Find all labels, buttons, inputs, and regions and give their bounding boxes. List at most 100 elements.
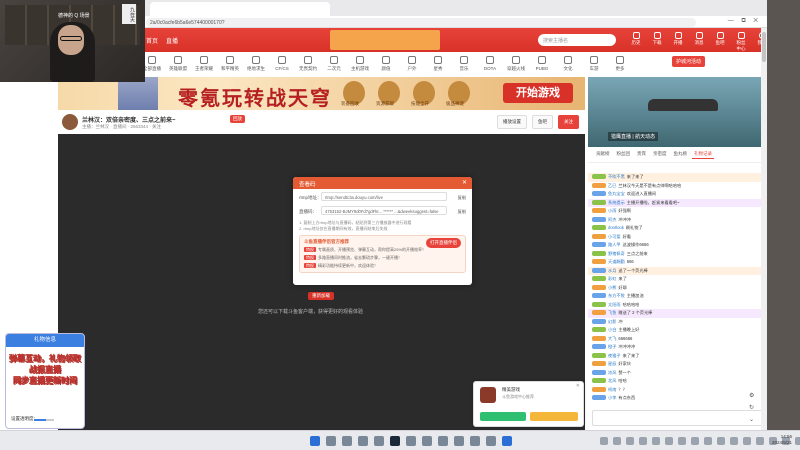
category-item[interactable]: 穿越火线: [504, 52, 528, 76]
app-icon[interactable]: [470, 436, 480, 446]
fan-badge-icon[interactable]: [592, 182, 606, 188]
tray-icon[interactable]: [600, 437, 608, 445]
chat-username[interactable]: 幻影: [608, 319, 616, 324]
category-item[interactable]: 音乐: [452, 52, 476, 76]
tray-icon[interactable]: [613, 437, 621, 445]
fan-badge-icon[interactable]: [592, 301, 606, 307]
chat-username[interactable]: 阿杰: [608, 217, 616, 222]
fan-badge-icon[interactable]: [592, 284, 606, 290]
app-icon[interactable]: [454, 436, 464, 446]
fan-badge-icon[interactable]: [592, 259, 606, 265]
chat-username[interactable]: 天道酬勤: [608, 259, 625, 264]
category-item[interactable]: PUBG: [530, 52, 554, 76]
tray-icon[interactable]: [626, 437, 634, 445]
event-badge[interactable]: 护城河活动: [671, 56, 705, 67]
chat-username[interactable]: 凉风: [608, 370, 616, 375]
fan-badge-icon[interactable]: [592, 225, 606, 231]
tray-icon[interactable]: [730, 437, 738, 445]
fish-bar-button[interactable]: 鱼吧: [532, 115, 553, 129]
tray-icon[interactable]: [691, 437, 699, 445]
opacity-slider[interactable]: [34, 419, 54, 421]
open-companion-button[interactable]: 打开直播伴侣: [426, 238, 461, 248]
chat-username[interactable]: 北风: [608, 378, 616, 383]
close-icon[interactable]: ✕: [576, 383, 580, 389]
nav-broadcast[interactable]: 开播: [672, 32, 684, 52]
chat-username[interactable]: 东方不败: [608, 293, 625, 298]
chat-username[interactable]: 大飞: [608, 336, 616, 341]
chat-username[interactable]: 小李: [608, 395, 616, 400]
task-view-icon[interactable]: [342, 436, 352, 446]
chat-username[interactable]: 水月: [608, 268, 616, 273]
chat-username[interactable]: 小雨: [608, 208, 616, 213]
tab-contribution[interactable]: 贡献榜: [594, 150, 612, 159]
app-icon[interactable]: [422, 436, 432, 446]
chat-username[interactable]: 星辰: [608, 361, 616, 366]
tray-icon[interactable]: [756, 437, 764, 445]
copy-rtmp-button[interactable]: 复制: [458, 195, 466, 201]
chat-username[interactable]: 小可爱: [608, 234, 621, 239]
category-item[interactable]: 星秀: [426, 52, 450, 76]
app-icon[interactable]: [358, 436, 368, 446]
ad-play-button[interactable]: [530, 412, 578, 421]
tab-gift-records[interactable]: 礼物记录: [692, 150, 714, 159]
tray-icon[interactable]: [704, 437, 712, 445]
taskbar-clock[interactable]: 14:56 2024/5/21: [772, 434, 792, 446]
chat-username[interactable]: 太阳雨: [608, 302, 621, 307]
category-item[interactable]: 王者荣耀: [192, 52, 216, 76]
fan-badge-icon[interactable]: [592, 310, 606, 316]
chat-username[interactable]: 飞鱼: [608, 310, 616, 315]
tray-icon[interactable]: [665, 437, 673, 445]
fan-badge-icon[interactable]: [592, 361, 606, 367]
tab-fans[interactable]: 粉丝团: [615, 150, 633, 159]
chat-username[interactable]: 彩虹: [608, 276, 616, 281]
game-ad-popup[interactable]: 精美游戏 斗鱼游戏中心推荐 ✕: [473, 381, 584, 427]
close-icon[interactable]: ✕: [462, 179, 467, 186]
reload-button[interactable]: 重新加载: [308, 292, 334, 300]
category-item[interactable]: 二次元: [322, 52, 346, 76]
app-icon[interactable]: [374, 436, 384, 446]
nav-history[interactable]: 历史: [630, 32, 642, 52]
chat-username[interactable]: 不吹不黑: [608, 174, 625, 179]
chat-username[interactable]: 乙巳: [608, 183, 616, 188]
fan-badge-icon[interactable]: [592, 378, 606, 384]
category-item[interactable]: 无畏契约: [296, 52, 320, 76]
search-input[interactable]: 搜索主播名: [538, 34, 616, 46]
category-item[interactable]: 颜值: [374, 52, 398, 76]
category-item[interactable]: 英雄联盟: [166, 52, 190, 76]
category-item[interactable]: 车游: [582, 52, 606, 76]
category-item[interactable]: CF/CS: [270, 52, 294, 76]
fan-badge-icon[interactable]: [592, 327, 606, 333]
app-icon[interactable]: [438, 436, 448, 446]
app-icon[interactable]: [486, 436, 496, 446]
category-item[interactable]: 和平精英: [218, 52, 242, 76]
fan-badge-icon[interactable]: [592, 386, 606, 392]
fan-badge-icon[interactable]: [592, 267, 606, 273]
category-item[interactable]: 主机游戏: [348, 52, 372, 76]
browser-tab[interactable]: [150, 2, 330, 16]
site-logo[interactable]: 首页: [146, 36, 158, 45]
fan-badge-icon[interactable]: [592, 276, 606, 282]
category-item[interactable]: 绝地求生: [244, 52, 268, 76]
chat-feed[interactable]: 不吹不黑 来了来了 乙巳 兰林汉今天是不是有点帅啊哈哈哈 鱼丸宝宝 欢迎进入直播间 系统提示…: [588, 173, 767, 403]
chat-username[interactable]: 柯南: [608, 387, 616, 392]
tab-fishball[interactable]: 鱼丸榜: [672, 150, 690, 159]
tray-icon[interactable]: [717, 437, 725, 445]
chat-username[interactable]: 路人甲: [608, 242, 621, 247]
chat-username[interactable]: 夜猫子: [608, 353, 621, 358]
refresh-icon[interactable]: ↻: [749, 402, 754, 414]
tab-vip[interactable]: 贵宾: [635, 150, 648, 159]
fan-badge-icon[interactable]: [592, 199, 606, 205]
header-banner[interactable]: [330, 30, 440, 50]
nav-live[interactable]: 直播: [166, 36, 178, 45]
tray-icon[interactable]: [743, 437, 751, 445]
playback-settings-button[interactable]: 播放设置: [497, 115, 527, 129]
app-icon[interactable]: [406, 436, 416, 446]
tray-icon[interactable]: [678, 437, 686, 445]
ad-download-button[interactable]: [480, 412, 526, 421]
settings-icon[interactable]: ⚙: [749, 390, 754, 402]
nav-messages[interactable]: 消息: [693, 32, 705, 52]
chat-username[interactable]: 鱼丸宝宝: [608, 191, 625, 196]
page-scrollbar[interactable]: [761, 28, 767, 430]
fan-badge-icon[interactable]: [592, 318, 606, 324]
start-game-button[interactable]: 开始游戏: [503, 83, 573, 103]
